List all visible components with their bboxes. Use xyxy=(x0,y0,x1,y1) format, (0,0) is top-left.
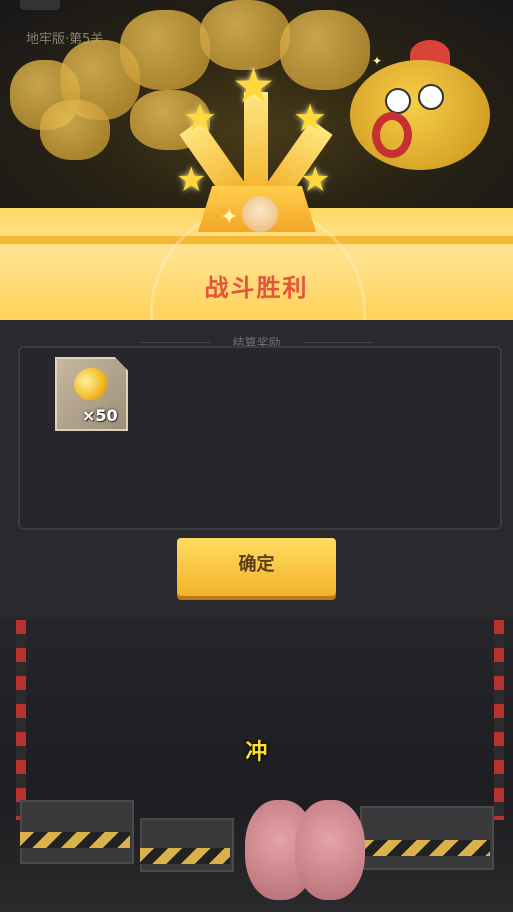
chicken-boss xyxy=(350,60,490,170)
chicken-eye xyxy=(385,88,411,114)
reward-item-count: ×50 xyxy=(82,406,118,425)
star-icon: ★ xyxy=(183,96,218,140)
character-avatar xyxy=(242,196,278,232)
star-icon: ★ xyxy=(232,58,276,114)
hazard-stripe xyxy=(140,848,230,864)
confirm-button[interactable]: 确定 xyxy=(177,538,336,596)
hazard-stripe xyxy=(360,840,490,856)
crate xyxy=(360,806,494,870)
star-icon: ★ xyxy=(176,160,207,200)
star-icon: ★ xyxy=(293,96,328,140)
enemy-creature xyxy=(40,100,110,160)
chicken-eye xyxy=(418,84,444,110)
player-character xyxy=(295,800,365,900)
star-icon: ★ xyxy=(300,160,331,200)
enemy-creature xyxy=(280,10,370,90)
sparkle-icon: ✦ xyxy=(220,205,239,230)
hazard-stripe xyxy=(20,832,130,848)
warning-pillar xyxy=(16,620,26,820)
warning-pillar xyxy=(494,620,504,820)
sparkle-icon: ✦ xyxy=(372,54,383,68)
victory-title: 战斗胜利 xyxy=(204,274,309,302)
chicken-beak xyxy=(372,112,412,158)
menu-button[interactable] xyxy=(20,0,60,10)
subtitle-caption: 冲 xyxy=(245,740,268,765)
enemy-creature xyxy=(120,10,210,90)
